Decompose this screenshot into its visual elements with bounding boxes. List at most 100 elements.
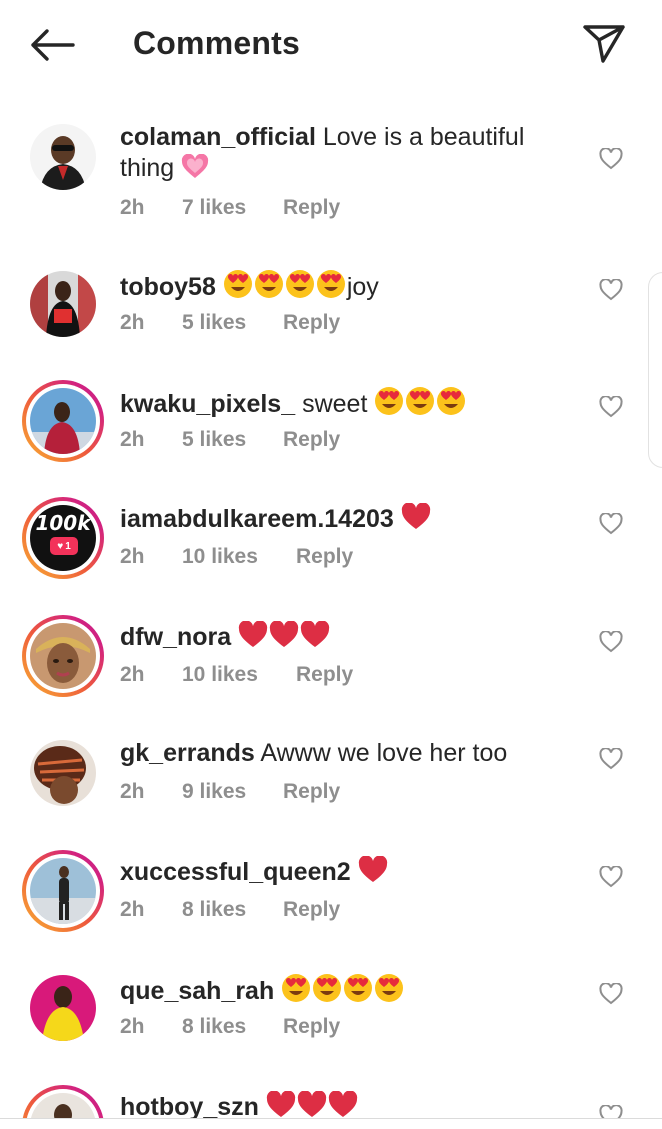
comment-username[interactable]: toboy58	[120, 273, 216, 301]
heart-eyes-emoji-icon	[285, 269, 315, 307]
comment-meta: 2h 10 likes Reply	[120, 663, 353, 687]
comment-time: 2h	[120, 196, 145, 219]
comment-meta: 2h 7 likes Reply	[120, 196, 340, 220]
comment-username[interactable]: hotboy_szn	[120, 1093, 259, 1119]
heart-outline-icon	[599, 1105, 623, 1119]
like-button[interactable]	[596, 862, 626, 892]
heart-eyes-emoji-icon	[374, 973, 404, 1011]
comment-text: gk_errands Awww we love her too	[120, 738, 560, 769]
comment-likes[interactable]: 10 likes	[182, 663, 296, 687]
reply-button[interactable]: Reply	[283, 196, 340, 220]
avatar[interactable]	[22, 732, 104, 814]
comment-item: toboy58 joy 2h 5 likes Reply	[0, 253, 662, 371]
comment-username[interactable]: gk_errands	[120, 739, 255, 767]
heart-outline-icon	[599, 748, 623, 770]
comment-username[interactable]: colaman_official	[120, 123, 316, 151]
like-button[interactable]	[596, 392, 626, 422]
header-bar: Comments	[0, 0, 662, 92]
heart-eyes-emoji-icon	[436, 386, 466, 424]
avatar-story-ring[interactable]: 100k ♥ 1	[22, 497, 104, 579]
comment-body: joy	[346, 273, 379, 301]
reply-button[interactable]: Reply	[283, 428, 340, 452]
red-heart-emoji-icon	[358, 855, 388, 892]
comment-likes[interactable]: 5 likes	[182, 311, 283, 335]
like-button[interactable]	[596, 627, 626, 657]
comment-text: kwaku_pixels_ sweet	[120, 386, 560, 424]
like-button[interactable]	[596, 509, 626, 539]
red-heart-emoji-icon	[297, 1090, 327, 1119]
red-heart-emoji-icon	[238, 620, 268, 657]
heart-eyes-emoji-icon	[405, 386, 435, 424]
heart-outline-icon	[599, 983, 623, 1005]
reply-button[interactable]: Reply	[283, 780, 340, 804]
reply-button[interactable]: Reply	[296, 545, 353, 569]
comment-likes[interactable]: 5 likes	[182, 428, 283, 452]
red-heart-emoji-icon	[328, 1090, 358, 1119]
like-button[interactable]	[596, 979, 626, 1009]
avatar-story-ring[interactable]	[22, 615, 104, 697]
like-button[interactable]	[596, 144, 626, 174]
red-heart-emoji-icon	[266, 1090, 296, 1119]
comment-meta: 2h 8 likes Reply	[120, 898, 340, 922]
comment-time: 2h	[120, 663, 145, 686]
heart-outline-icon	[599, 866, 623, 888]
comment-username[interactable]: que_sah_rah	[120, 977, 274, 1005]
comment-item: kwaku_pixels_ sweet 2h 5 likes Reply	[0, 370, 662, 488]
red-heart-emoji-icon	[401, 502, 431, 539]
like-button[interactable]	[596, 744, 626, 774]
heart-eyes-emoji-icon	[223, 269, 253, 307]
comment-body: Love is a beautiful	[322, 123, 525, 151]
reply-button[interactable]: Reply	[296, 663, 353, 687]
avatar-story-ring[interactable]	[22, 380, 104, 462]
comment-time: 2h	[120, 428, 145, 451]
heart-eyes-emoji-icon	[374, 386, 404, 424]
arrow-left-icon	[31, 29, 75, 61]
heart-eyes-emoji-icon	[281, 973, 311, 1011]
comment-item: hotboy_szn	[0, 1075, 662, 1119]
avatar-story-ring[interactable]	[22, 1085, 104, 1119]
comment-username[interactable]: kwaku_pixels_	[120, 390, 295, 418]
comment-likes[interactable]: 8 likes	[182, 1015, 283, 1039]
comment-meta: 2h 9 likes Reply	[120, 780, 340, 804]
avatar[interactable]	[22, 116, 104, 198]
comment-time: 2h	[120, 311, 145, 334]
reply-button[interactable]: Reply	[283, 1015, 340, 1039]
comment-text: toboy58 joy	[120, 269, 560, 307]
red-heart-emoji-icon	[300, 620, 330, 657]
red-heart-emoji-icon	[269, 620, 299, 657]
heart-eyes-emoji-icon	[254, 269, 284, 307]
comment-likes[interactable]: 9 likes	[182, 780, 283, 804]
like-button[interactable]	[596, 275, 626, 305]
paper-plane-icon	[583, 25, 625, 63]
heart-outline-icon	[599, 279, 623, 301]
heart-eyes-emoji-icon	[312, 973, 342, 1011]
notification-badge: ♥ 1	[50, 537, 78, 555]
heart-outline-icon	[599, 148, 623, 170]
comment-username[interactable]: dfw_nora	[120, 623, 231, 651]
pink-heart-emoji-icon	[181, 153, 209, 188]
share-button[interactable]	[578, 18, 630, 68]
comment-meta: 2h 10 likes Reply	[120, 545, 353, 569]
heart-icon: ♥	[57, 540, 64, 552]
comment-meta: 2h 5 likes Reply	[120, 428, 340, 452]
comment-likes[interactable]: 10 likes	[182, 545, 296, 569]
avatar[interactable]	[22, 263, 104, 345]
comment-text: colaman_official Love is a beautiful thi…	[120, 122, 560, 188]
reply-button[interactable]: Reply	[283, 898, 340, 922]
avatar-story-ring[interactable]	[22, 850, 104, 932]
comment-username[interactable]: xuccessful_queen2	[120, 858, 351, 886]
avatar[interactable]	[22, 967, 104, 1049]
comment-body: sweet	[302, 390, 368, 418]
heart-outline-icon	[599, 513, 623, 535]
heart-outline-icon	[599, 631, 623, 653]
comment-username[interactable]: iamabdulkareem.14203	[120, 505, 394, 533]
reply-button[interactable]: Reply	[283, 311, 340, 335]
comment-text: dfw_nora	[120, 620, 560, 657]
page-title: Comments	[133, 25, 300, 61]
like-button[interactable]	[596, 1101, 626, 1119]
back-button[interactable]	[26, 22, 78, 68]
comment-time: 2h	[120, 1015, 145, 1038]
comment-likes[interactable]: 8 likes	[182, 898, 283, 922]
comment-likes[interactable]: 7 likes	[182, 196, 283, 220]
badge-count: 1	[65, 540, 71, 552]
